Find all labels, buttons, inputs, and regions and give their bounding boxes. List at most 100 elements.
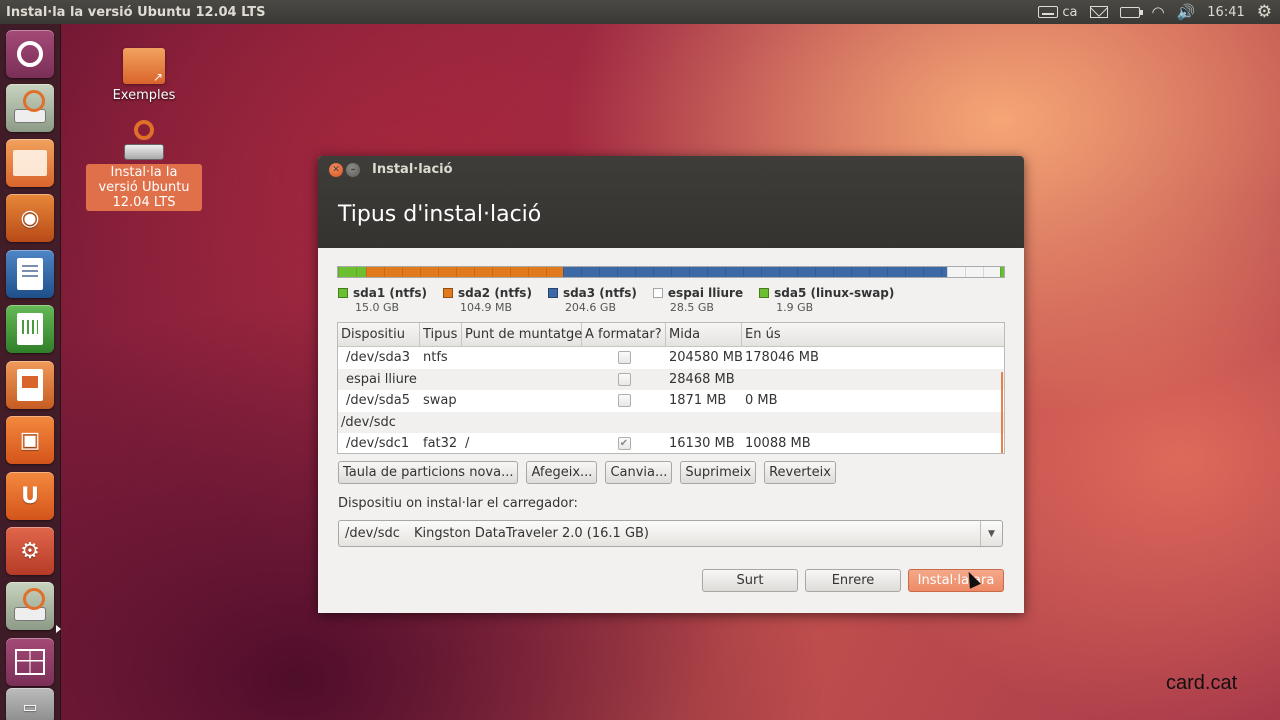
writer-launcher[interactable]	[6, 250, 54, 298]
add-button[interactable]: Afegeix...	[526, 461, 598, 484]
legend-size: 1.9 GB	[776, 301, 814, 314]
cell-size: 16130 MB	[669, 436, 735, 452]
ubuntu-logo-icon	[17, 41, 43, 67]
install-now-button[interactable]: Instal·la ara	[908, 569, 1004, 592]
wifi-icon[interactable]: ◠	[1152, 3, 1165, 21]
quit-button[interactable]: Surt	[702, 569, 798, 592]
cell-used: 0 MB	[745, 393, 778, 409]
cell-type: fat32	[423, 436, 458, 452]
battery-indicator[interactable]	[1119, 6, 1143, 18]
workspace-icon	[15, 649, 45, 675]
trash-launcher[interactable]: ▭	[6, 688, 54, 720]
scroll-indicator[interactable]	[1001, 372, 1003, 453]
legend-swatch	[759, 288, 770, 298]
close-icon: ✕	[332, 165, 340, 175]
keyboard-indicator[interactable]: ca	[1038, 5, 1078, 20]
partition-segment	[366, 267, 563, 277]
files-launcher[interactable]	[6, 139, 54, 187]
legend-label: sda3 (ntfs)	[562, 286, 637, 300]
messaging-indicator[interactable]	[1089, 6, 1108, 18]
format-checkbox[interactable]	[617, 394, 631, 408]
change-button[interactable]: Canvia...	[605, 461, 673, 484]
system-settings-launcher[interactable]: ⚙	[6, 527, 54, 575]
settings-icon: ⚙	[20, 538, 40, 564]
column-header[interactable]: Mida	[666, 323, 742, 346]
checkmark-icon: ✔	[619, 438, 629, 450]
dialog-title: Instal·lació	[372, 162, 453, 177]
watermark: card.cat	[1166, 672, 1238, 694]
partition-segment	[562, 267, 947, 277]
new-partition-table-button[interactable]: Taula de particions nova...	[338, 461, 519, 484]
close-button[interactable]: ✕	[329, 163, 343, 177]
workspace-switcher-launcher[interactable]	[6, 638, 54, 686]
dialog-header: ✕ – Instal·lació Tipus d'instal·lació	[318, 156, 1024, 248]
bootloader-description: Kingston DataTraveler 2.0 (16.1 GB)	[414, 526, 650, 541]
column-header[interactable]: A formatar?	[582, 323, 666, 346]
desktop-icon-installer[interactable]: Instal·la la versió Ubuntu 12.04 LTS	[86, 120, 202, 211]
installer-active-launcher[interactable]	[6, 582, 54, 630]
column-header[interactable]: Dispositiu	[338, 323, 420, 346]
table-row[interactable]: /dev/sda3 ntfs 204580 MB 178046 MB	[338, 347, 1004, 369]
delete-button[interactable]: Suprimeix	[680, 461, 757, 484]
chevron-down-icon[interactable]: ▼	[980, 521, 1002, 546]
bootloader-label: Dispositiu on instal·lar el carregador:	[338, 496, 578, 511]
legend-item: sda5 (linux-swap) 1.9 GB	[759, 286, 894, 314]
cell-device: /dev/sda3	[346, 350, 410, 366]
legend-swatch	[338, 288, 348, 298]
minimize-icon: –	[350, 165, 356, 175]
impress-launcher[interactable]	[6, 361, 54, 409]
calc-launcher[interactable]	[6, 305, 54, 353]
desktop-icon-label: Exemples	[112, 88, 176, 103]
legend-item: espai lliure 28.5 GB	[652, 286, 744, 314]
impress-icon	[17, 369, 43, 401]
bootloader-select[interactable]: /dev/sdc Kingston DataTraveler 2.0 (16.1…	[338, 520, 1003, 547]
cell-device: /dev/sda5	[346, 393, 410, 409]
format-checkbox[interactable]	[617, 351, 631, 365]
folder-icon	[13, 150, 47, 176]
partition-legend: sda1 (ntfs) 15.0 GB sda2 (ntfs) 104.9 MB…	[338, 286, 894, 314]
back-button[interactable]: Enrere	[805, 569, 901, 592]
column-header[interactable]: En ús	[742, 323, 1004, 346]
software-center-launcher[interactable]: ▣	[6, 416, 54, 464]
window-title: Instal·la la versió Ubuntu 12.04 LTS	[6, 4, 266, 20]
table-row[interactable]: /dev/sda5 swap 1871 MB 0 MB	[338, 390, 1004, 412]
cell-device: /dev/sdc1	[346, 436, 410, 452]
legend-label: sda1 (ntfs)	[353, 286, 427, 300]
keyboard-icon	[1038, 6, 1059, 18]
battery-icon	[1119, 6, 1143, 18]
legend-size: 104.9 MB	[459, 301, 512, 314]
legend-label: sda5 (linux-swap)	[774, 286, 895, 300]
table-body: /dev/sda3 ntfs 204580 MB 178046 MB espai…	[338, 347, 1004, 453]
volume-icon[interactable]: 🔊	[1177, 3, 1196, 21]
cell-device: /dev/sdc	[341, 414, 396, 430]
dash-home-button[interactable]	[6, 30, 54, 78]
gear-icon[interactable]: ⚙	[1257, 2, 1272, 22]
installer-launcher[interactable]	[6, 84, 54, 132]
legend-size: 15.0 GB	[355, 301, 400, 314]
table-row[interactable]: /dev/sdc	[338, 411, 1004, 433]
column-header[interactable]: Punt de muntatge	[462, 323, 582, 346]
table-row[interactable]: espai lliure 28468 MB	[338, 368, 1004, 390]
indicator-area: ca ◠ 🔊 16:41 ⚙	[1038, 2, 1280, 22]
legend-swatch	[442, 288, 453, 298]
legend-size: 204.6 GB	[564, 301, 616, 314]
folder-link-icon	[123, 48, 165, 84]
partition-segment	[338, 267, 367, 277]
legend-label: espai lliure	[667, 286, 744, 300]
column-header[interactable]: Tipus	[420, 323, 462, 346]
format-checkbox[interactable]	[617, 372, 631, 386]
legend-swatch	[652, 288, 663, 298]
active-indicator-icon	[56, 625, 61, 633]
ubuntu-one-launcher[interactable]: U	[6, 472, 54, 520]
legend-size: 28.5 GB	[669, 301, 714, 314]
format-checkbox[interactable]: ✔	[617, 437, 631, 451]
desktop-icon-exemples[interactable]: Exemples	[104, 48, 184, 103]
firefox-launcher[interactable]: ◉	[6, 194, 54, 242]
revert-button[interactable]: Reverteix	[764, 461, 836, 484]
launcher: ◉ ▣ U ⚙ ▭	[0, 24, 61, 720]
table-row[interactable]: /dev/sdc1 fat32 / ✔ 16130 MB 10088 MB	[338, 433, 1004, 453]
installer-icon	[14, 90, 46, 123]
minimize-button[interactable]: –	[346, 163, 360, 177]
clock[interactable]: 16:41	[1207, 5, 1244, 20]
cell-size: 1871 MB	[669, 393, 727, 409]
